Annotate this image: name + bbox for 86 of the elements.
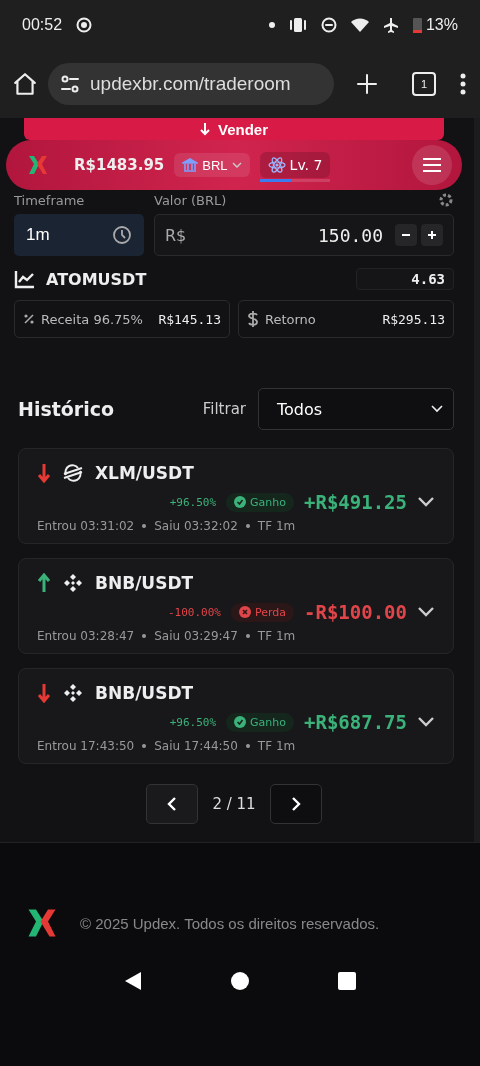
result-badge: Ganho bbox=[226, 712, 295, 732]
plus-icon[interactable] bbox=[356, 73, 378, 95]
arrow-down-icon bbox=[200, 122, 210, 136]
chevron-down-icon bbox=[431, 405, 443, 413]
trade-percent: -100.00% bbox=[168, 605, 221, 619]
result-badge: Ganho bbox=[226, 492, 295, 512]
dollar-icon bbox=[247, 310, 259, 328]
entry-time: Entrou 17:43:50 bbox=[37, 739, 135, 753]
currency-selector[interactable]: BRL bbox=[174, 153, 250, 177]
trade-timeframe: TF 1m bbox=[257, 739, 296, 753]
level-label: Lv. 7 bbox=[289, 157, 323, 173]
trade-percent: +96.50% bbox=[169, 715, 217, 729]
exit-time: Saiu 03:32:02 bbox=[154, 519, 238, 533]
trade-pair: BNB/USDT bbox=[95, 683, 194, 703]
trade-percent: +96.50% bbox=[169, 495, 217, 509]
chevron-down-icon[interactable] bbox=[417, 606, 435, 618]
check-circle-icon bbox=[234, 716, 247, 728]
return-label: Retorno bbox=[265, 311, 316, 327]
amount-field[interactable]: R$ 150.00 bbox=[154, 214, 454, 256]
sell-button[interactable]: Vender bbox=[24, 118, 444, 140]
entry-time: Entrou 03:28:47 bbox=[37, 629, 135, 643]
entry-time: Entrou 03:31:02 bbox=[37, 519, 135, 533]
trade-pair: XLM/USDT bbox=[95, 463, 194, 483]
menu-icon bbox=[422, 157, 442, 173]
do-not-disturb-icon bbox=[320, 17, 337, 33]
chevron-down-icon[interactable] bbox=[417, 496, 435, 508]
trade-card[interactable]: BNB/USDT +96.50% Ganho +R$687.75 Entrou 17:43:50 Saiu 17:44:50 TF 1m bbox=[18, 668, 454, 764]
asset-name: ATOMUSDT bbox=[46, 269, 147, 289]
more-icon[interactable] bbox=[458, 72, 468, 96]
chart-line-icon bbox=[14, 269, 36, 289]
atom-icon bbox=[267, 156, 286, 174]
airplane-icon bbox=[382, 17, 399, 33]
url-text: updexbr.com/traderoom bbox=[90, 73, 291, 95]
trade-amount: -R$100.00 bbox=[304, 601, 407, 623]
result-badge: Perda bbox=[231, 602, 295, 622]
exit-time: Saiu 17:44:50 bbox=[154, 739, 238, 753]
amount-label: Valor (BRL) bbox=[154, 192, 227, 208]
revenue-label: Receita 96.75% bbox=[41, 311, 143, 327]
trade-amount: +R$687.75 bbox=[304, 711, 407, 733]
timeframe-label: Timeframe bbox=[14, 192, 85, 208]
filter-dropdown[interactable]: Todos bbox=[258, 388, 454, 430]
logo-icon bbox=[26, 153, 50, 177]
chevron-down-icon[interactable] bbox=[417, 716, 435, 728]
battery-icon bbox=[412, 17, 422, 33]
gear-icon[interactable] bbox=[438, 192, 454, 208]
wifi-icon bbox=[350, 17, 369, 33]
tab-count-button[interactable]: 1 bbox=[412, 72, 436, 96]
increase-button[interactable] bbox=[421, 224, 443, 246]
percent-icon bbox=[23, 313, 35, 325]
x-circle-icon bbox=[239, 606, 251, 618]
chevron-down-icon bbox=[231, 162, 242, 168]
trade-pair: BNB/USDT bbox=[95, 573, 194, 593]
history-title: Histórico bbox=[18, 398, 116, 420]
exit-time: Saiu 03:29:47 bbox=[154, 629, 238, 643]
back-icon[interactable] bbox=[124, 971, 143, 991]
home-icon[interactable] bbox=[12, 71, 38, 97]
filter-label: Filtrar bbox=[202, 400, 246, 418]
trade-card[interactable]: XLM/USDT +96.50% Ganho +R$491.25 Entrou 03:31:02 Saiu 03:32:02 TF 1m bbox=[18, 448, 454, 544]
record-icon bbox=[76, 17, 93, 33]
dot-icon bbox=[268, 22, 275, 28]
home-circle-icon[interactable] bbox=[231, 972, 249, 990]
balance: R$1483.95 bbox=[74, 156, 165, 174]
bank-icon bbox=[182, 157, 199, 173]
timeframe-selector[interactable]: 1m bbox=[14, 214, 144, 256]
clock-icon bbox=[112, 225, 132, 245]
trade-card[interactable]: BNB/USDT -100.00% Perda -R$100.00 Entrou 03:28:47 Saiu 03:29:47 TF 1m bbox=[18, 558, 454, 654]
copyright-text: © 2025 Updex. Todos os direitos reservados. bbox=[80, 914, 380, 932]
price-display: 4.63 bbox=[356, 268, 454, 290]
menu-button[interactable] bbox=[412, 145, 452, 185]
decrease-button[interactable] bbox=[395, 224, 417, 246]
clock-time: 00:52 bbox=[22, 16, 63, 34]
check-circle-icon bbox=[234, 496, 247, 508]
trade-amount: +R$491.25 bbox=[304, 491, 407, 513]
vibrate-icon bbox=[288, 17, 307, 33]
return-value: R$295.13 bbox=[382, 311, 445, 327]
recents-icon[interactable] bbox=[337, 972, 356, 990]
tune-icon[interactable] bbox=[60, 74, 80, 94]
page-indicator: 2 / 11 bbox=[212, 795, 256, 813]
chevron-right-icon bbox=[290, 797, 301, 811]
trade-timeframe: TF 1m bbox=[257, 629, 296, 643]
plus-icon bbox=[427, 230, 437, 240]
trade-timeframe: TF 1m bbox=[257, 519, 296, 533]
revenue-value: R$145.13 bbox=[158, 311, 221, 327]
address-bar[interactable]: updexbr.com/traderoom bbox=[48, 63, 334, 105]
battery-percent: 13% bbox=[425, 16, 458, 34]
chevron-left-icon bbox=[167, 797, 178, 811]
